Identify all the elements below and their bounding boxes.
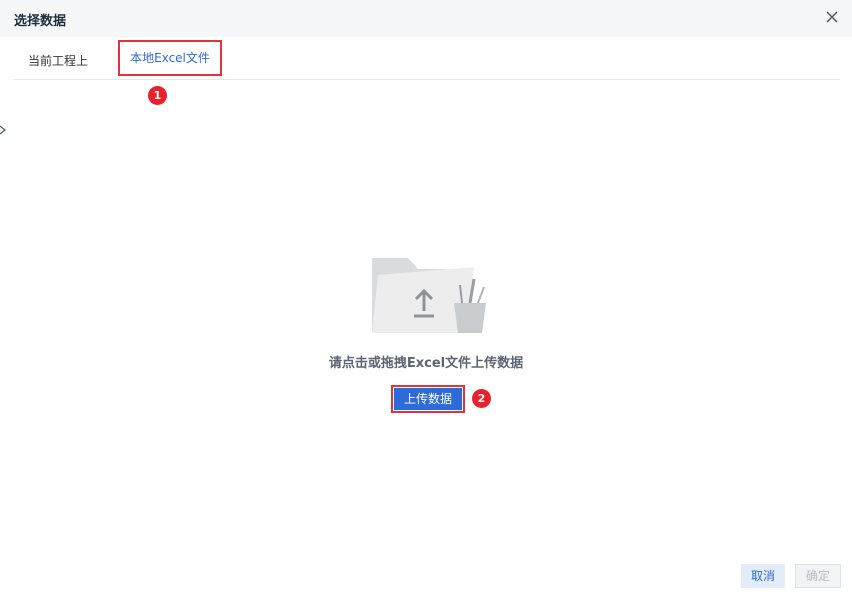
annotation-marker-2: 2 [472,389,491,408]
tab-local-excel[interactable]: 本地Excel文件 [118,40,222,76]
cancel-button[interactable]: 取消 [741,564,785,588]
select-data-dialog: 选择数据 当前工程上 本地Excel文件 1 请点击或拖拽Excel文件上传数据… [0,0,852,594]
tab-current-project[interactable]: 当前工程上 [28,52,88,69]
annotation-marker-1: 1 [148,86,167,105]
dialog-title: 选择数据 [14,14,67,29]
dialog-header: 选择数据 [0,0,852,37]
confirm-button[interactable]: 确定 [795,564,841,588]
tab-bar: 当前工程上 本地Excel文件 [14,37,840,80]
upload-data-button[interactable]: 上传数据 [391,385,465,413]
close-icon[interactable] [824,9,840,25]
chevron-right-icon[interactable] [0,124,8,136]
folder-upload-icon [370,255,488,335]
upload-hint: 请点击或拖拽Excel文件上传数据 [328,356,524,371]
